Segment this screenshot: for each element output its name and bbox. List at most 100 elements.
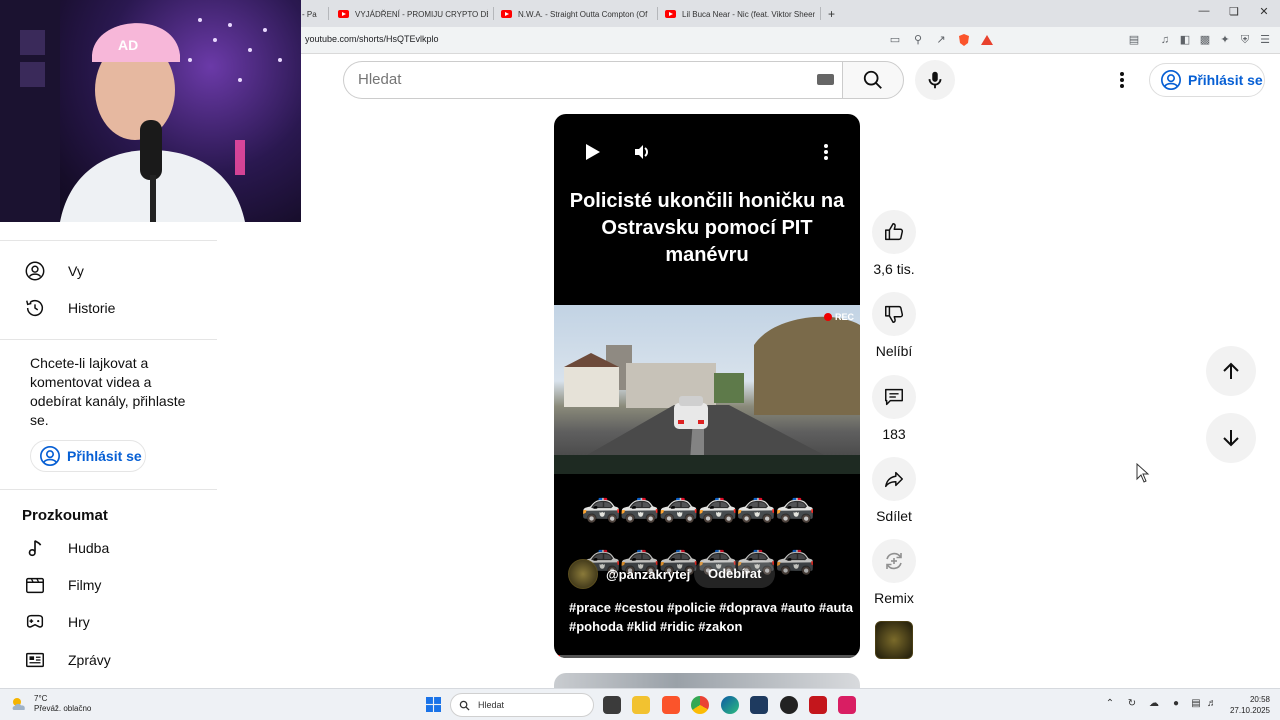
browser-tab[interactable]: N.W.A. - Straight Outta Compton (Of — [501, 4, 651, 24]
explore-heading: Prozkoumat — [22, 507, 108, 524]
volume-icon[interactable]: ♬ — [1206, 698, 1218, 710]
mute-button[interactable] — [628, 138, 656, 166]
clock-date: 27.10.2025 — [1229, 706, 1270, 715]
taskbar-search[interactable]: Hledat — [450, 693, 594, 717]
app-icon[interactable] — [809, 696, 827, 714]
short-description-hashtags[interactable]: #prace #cestou #policie #doprava #auto #… — [569, 598, 854, 636]
tray-sync-icon[interactable]: ↻ — [1126, 698, 1138, 710]
browser-tab[interactable]: VYJÁDŘENÍ - PROMIJU CRYPTO DĚT — [338, 4, 488, 24]
volume-icon — [635, 145, 648, 159]
video-progress-bar[interactable] — [554, 655, 860, 658]
play-icon — [586, 144, 600, 160]
channel-avatar[interactable] — [568, 559, 598, 589]
youtube-favicon-icon — [338, 10, 349, 18]
sidebar-divider — [0, 240, 217, 241]
weather-widget[interactable]: 7°C Převáž. oblačno — [10, 694, 91, 714]
wallet-icon[interactable]: ▩ — [1198, 33, 1212, 47]
comment-count: 183 — [882, 426, 906, 442]
new-tab-button[interactable]: + — [828, 4, 842, 24]
music-icon — [28, 540, 42, 557]
comment-icon — [885, 388, 903, 406]
sidebar-item-you[interactable]: Vy — [12, 253, 212, 289]
like-button[interactable] — [872, 210, 916, 254]
share-page-icon[interactable]: ↗ — [934, 33, 948, 47]
comments-button[interactable] — [872, 375, 916, 419]
previous-short-button[interactable] — [1206, 346, 1256, 396]
brave-browser-icon[interactable] — [662, 696, 680, 714]
browser-tab[interactable]: - Pa — [302, 4, 320, 24]
search-button[interactable] — [842, 61, 904, 99]
gamepad-icon — [26, 614, 44, 628]
arrow-up-icon — [1223, 362, 1239, 379]
settings-menu-button[interactable] — [1110, 68, 1134, 92]
close-icon[interactable]: ✕ — [1249, 5, 1279, 18]
brave-shield-icon[interactable] — [957, 33, 971, 47]
news-icon — [26, 652, 44, 668]
search-icon — [459, 700, 470, 711]
thumbs-up-icon — [885, 223, 904, 241]
media-icon[interactable]: ♫ — [1158, 33, 1172, 47]
sidebar-toggle-icon[interactable]: ◧ — [1178, 33, 1192, 47]
short-video-player[interactable]: Policisté ukončili honičku na Ostravsku … — [554, 114, 860, 658]
edge-icon[interactable] — [721, 696, 739, 714]
short-video-title: Policisté ukončili honičku na Ostravsku … — [569, 190, 845, 266]
sidebar-item-music[interactable]: Hudba — [12, 530, 212, 566]
sidebar-item-history[interactable]: Historie — [12, 290, 212, 326]
remix-button[interactable] — [872, 539, 916, 583]
voice-search-button[interactable] — [915, 60, 955, 100]
sign-in-button[interactable]: Přihlásit se — [1149, 63, 1265, 97]
weather-temp: 7°C — [34, 694, 48, 703]
browser-tab[interactable]: Lil Buca Near - Nic (feat. Viktor Sheen — [665, 4, 815, 24]
tray-overflow-icon[interactable]: ⌃ — [1104, 698, 1116, 710]
next-short-button[interactable] — [1206, 413, 1256, 463]
tiktok-icon[interactable] — [838, 696, 856, 714]
tab-title: VYJÁDŘENÍ - PROMIJU CRYPTO DĚT — [355, 9, 488, 19]
zoom-icon[interactable]: ⚲ — [911, 33, 925, 47]
mouse-cursor-icon — [1136, 463, 1150, 483]
app-icon[interactable] — [750, 696, 768, 714]
search-input[interactable] — [358, 71, 798, 88]
like-count: 3,6 tis. — [873, 261, 915, 277]
chrome-icon[interactable] — [691, 696, 709, 714]
sidebar-divider — [0, 489, 217, 490]
url-field[interactable]: youtube.com/shorts/HsQTEvlkplo — [305, 34, 439, 44]
weather-desc: Převáž. oblačno — [34, 704, 92, 713]
youtube-favicon-icon — [665, 10, 676, 18]
browser-menu-icon[interactable]: ☰ — [1258, 33, 1272, 47]
install-icon[interactable]: ▭ — [888, 33, 902, 47]
recording-indicator: REC — [824, 312, 854, 322]
video-menu-button[interactable] — [812, 138, 840, 166]
tab-title: N.W.A. - Straight Outta Compton (Of — [518, 9, 648, 19]
subscribe-button[interactable]: Odebírat — [694, 560, 776, 588]
network-icon[interactable]: ▤ — [1190, 698, 1202, 710]
account-icon — [25, 261, 45, 281]
video-progress-fill — [554, 655, 561, 658]
reader-mode-icon[interactable]: ▤ — [1127, 33, 1141, 47]
minimize-icon[interactable]: — — [1189, 5, 1219, 17]
brave-rewards-icon[interactable] — [980, 33, 994, 47]
dashcam-footage: REC — [554, 305, 860, 474]
microphone-icon[interactable]: ● — [1170, 698, 1182, 710]
channel-avatar-thumbnail[interactable] — [875, 621, 913, 659]
share-button[interactable] — [872, 457, 916, 501]
sidebar-item-films[interactable]: Filmy — [12, 567, 212, 603]
vpn-icon[interactable]: ⛨ — [1238, 33, 1252, 47]
dislike-button[interactable] — [872, 292, 916, 336]
file-explorer-icon[interactable] — [632, 696, 650, 714]
police-car-emoji-row: 🚓🚓🚓🚓🚓🚓 — [581, 487, 815, 523]
obs-icon[interactable] — [780, 696, 798, 714]
task-view-icon[interactable] — [603, 696, 621, 714]
windows-start-icon[interactable] — [426, 697, 441, 712]
sidebar-item-games[interactable]: Hry — [12, 604, 212, 640]
restore-icon[interactable]: ❏ — [1219, 5, 1249, 18]
tray-app-icon[interactable]: ☁ — [1148, 698, 1160, 710]
keyboard-icon[interactable] — [817, 74, 834, 85]
webcam-overlay: AD — [0, 0, 301, 222]
windows-taskbar: 7°C Převáž. oblačno Hledat ⌃ ↻ ☁ ● ▤ ♬ 2… — [0, 688, 1280, 720]
channel-name[interactable]: @panzakrytej — [606, 567, 690, 582]
sidebar-sign-in-button[interactable]: Přihlásit se — [30, 440, 146, 472]
leo-ai-icon[interactable]: ✦ — [1218, 33, 1232, 47]
taskbar-clock[interactable]: 20:58 27.10.2025 — [1230, 694, 1270, 716]
play-button[interactable] — [578, 138, 606, 166]
sidebar-item-news[interactable]: Zprávy — [12, 642, 212, 678]
